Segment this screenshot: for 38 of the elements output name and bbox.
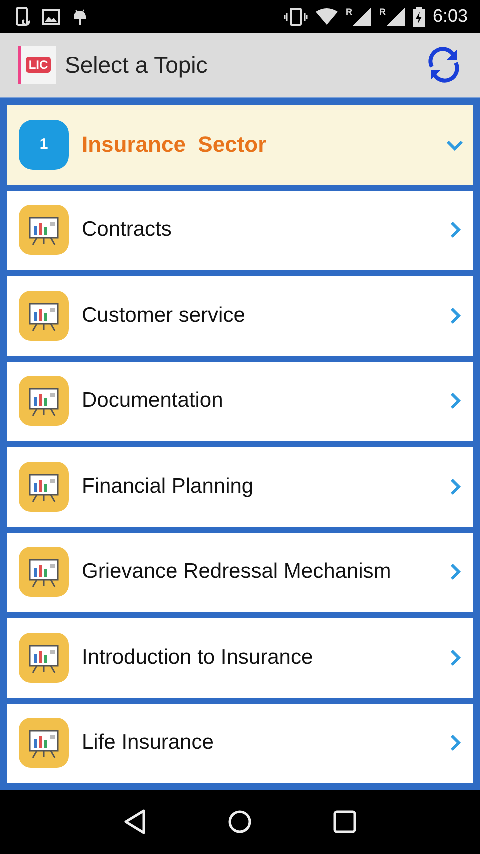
clock-time: 6:03 [432,6,468,27]
topic-label: Life Insurance [82,731,215,756]
home-icon[interactable] [226,809,253,835]
topic-label: Financial Planning [82,474,255,499]
presentation-board-icon [19,547,69,598]
presentation-board-icon [19,462,69,512]
topic-label: Introduction to Insurance [82,646,314,670]
signal-icon [353,8,372,26]
roaming-mark: R [346,8,352,16]
topic-item[interactable]: Contracts [7,190,473,270]
battery-icon [412,6,425,26]
presentation-board-icon [19,290,69,341]
number-badge: 1 [19,120,69,170]
presentation-board-icon [19,376,69,426]
topic-label: Contracts [82,218,173,242]
signal-icon [386,8,405,26]
topic-item[interactable]: Introduction to Insurance [7,618,473,698]
topic-label: Grievance Redressal Mechanism [82,560,392,584]
vibrate-icon [284,8,308,26]
wifi-icon [316,8,338,26]
app-logo: LIC [18,46,56,84]
topic-item[interactable]: Grievance Redressal Mechanism [7,532,473,612]
topic-label: Customer service [82,304,246,328]
recents-icon[interactable] [332,809,358,835]
presentation-board-icon [19,205,69,256]
screen-title: Select a Topic [65,52,209,78]
back-icon[interactable] [122,809,148,835]
roaming-mark: R [379,8,386,16]
topic-item[interactable]: Life Insurance [7,704,473,783]
topic-item[interactable]: Financial Planning [7,447,473,526]
presentation-board-icon [19,718,69,768]
presentation-board-icon [19,632,69,683]
topic-item[interactable]: Documentation [7,362,473,441]
image-icon [42,8,60,24]
topic-item[interactable]: Customer service [7,276,473,356]
phone-icon [16,6,30,26]
section-title: Insurance Sector [82,132,268,158]
topic-label: Documentation [82,389,224,414]
